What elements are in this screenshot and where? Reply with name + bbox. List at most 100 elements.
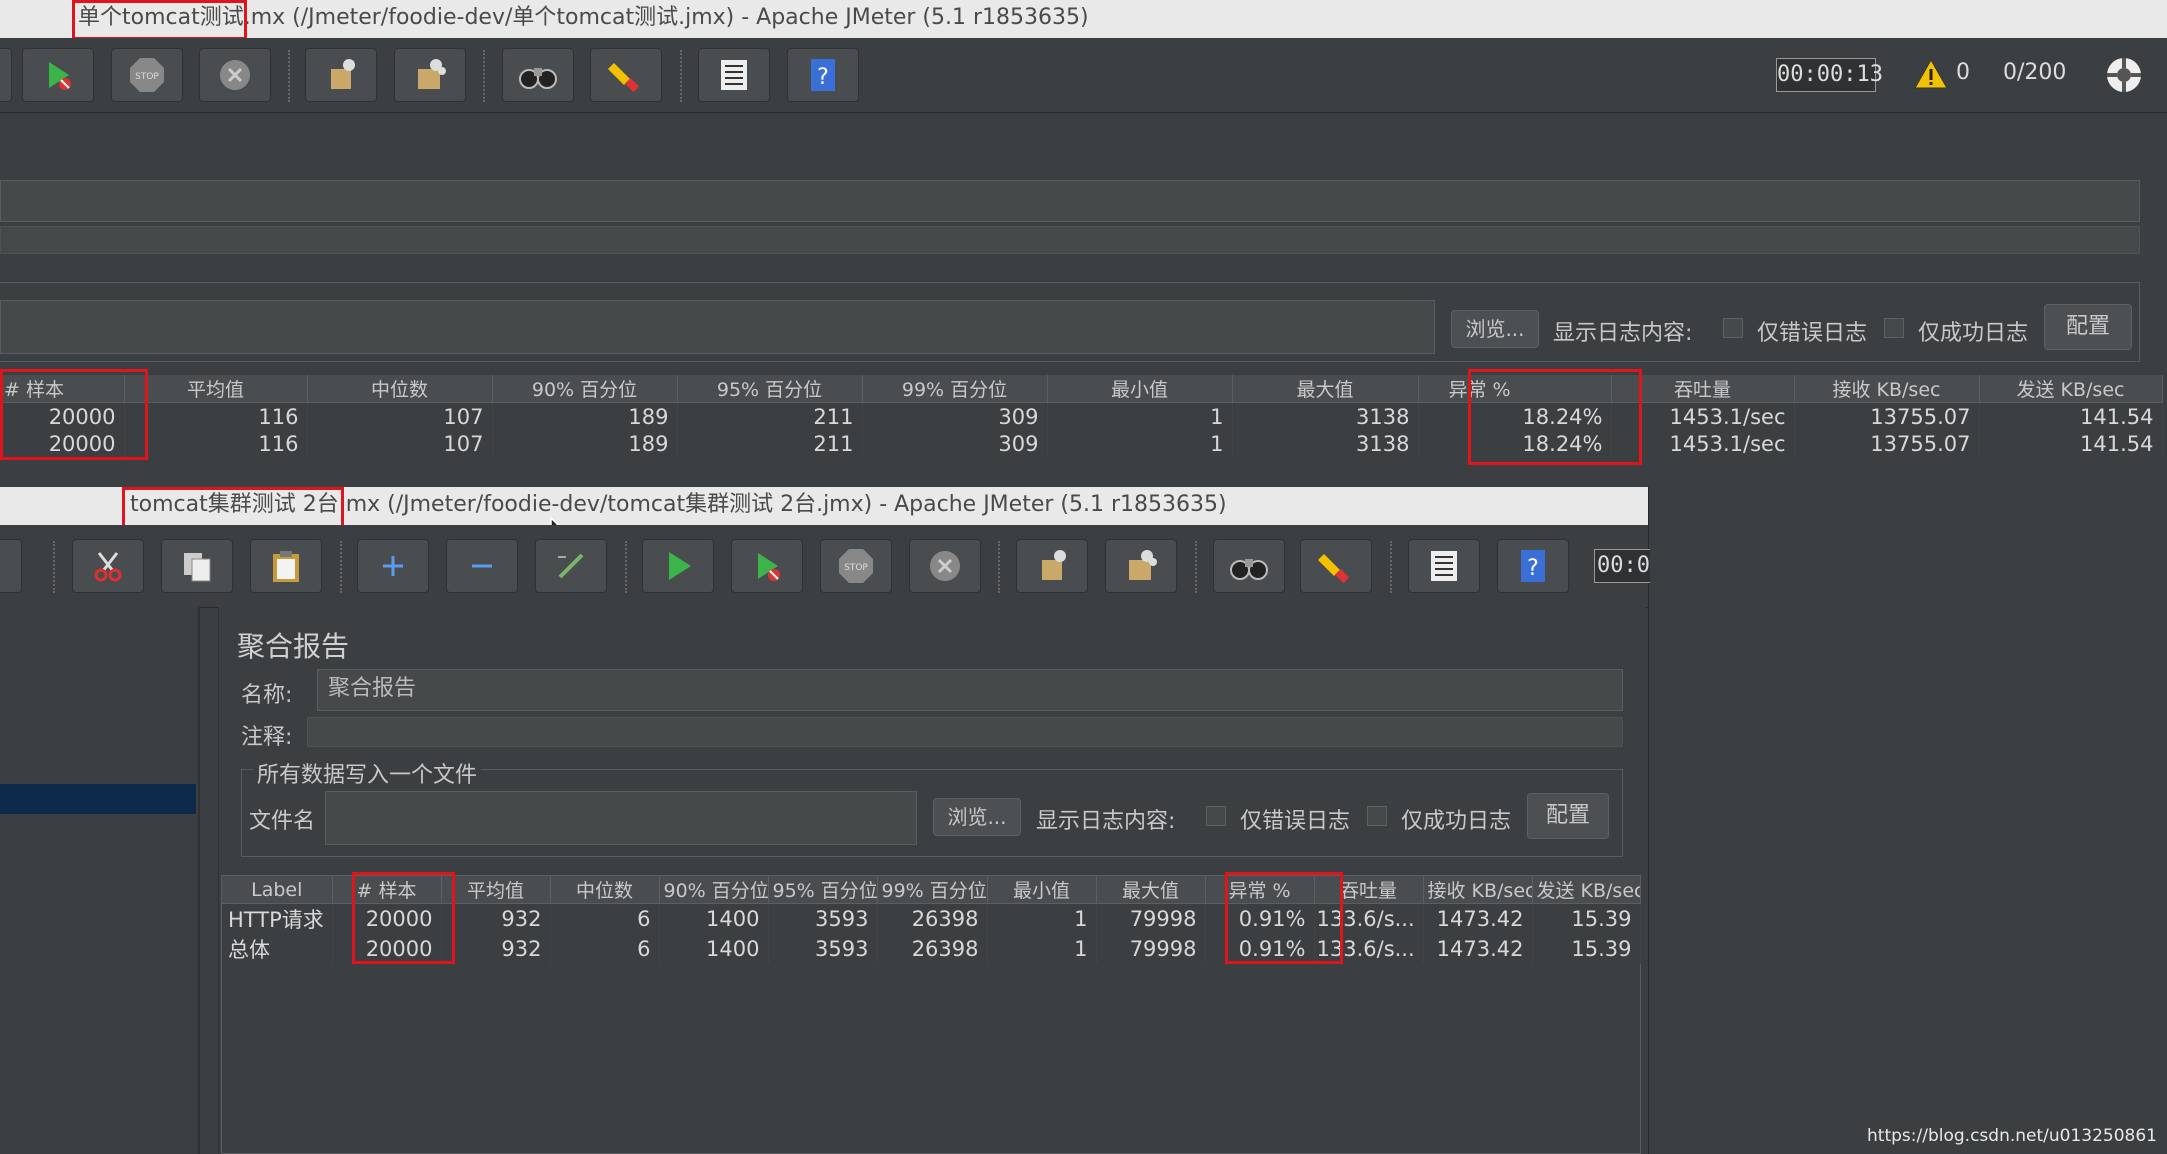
svg-text:?: ? [1527, 556, 1539, 581]
cell: 13755.07 [1794, 430, 1980, 457]
name-label: 名称: [241, 683, 293, 708]
clear-all-button[interactable] [394, 48, 466, 102]
configure-button[interactable]: 配置 [2044, 304, 2132, 350]
toggle-button[interactable] [535, 539, 607, 593]
table-row[interactable]: 总体 20000 932 6 1400 3593 26398 1 79998 0… [222, 934, 1641, 964]
reset-search-button[interactable] [590, 48, 662, 102]
tree-item-selected[interactable] [0, 784, 196, 814]
cell: 189 [492, 402, 678, 430]
elapsed-timer: 00:0 [1594, 549, 1650, 583]
col-samples[interactable]: # 样本 [0, 375, 125, 403]
col-min[interactable]: 最小值 [987, 876, 1097, 904]
function-helper-button[interactable] [1408, 539, 1480, 593]
col-label[interactable]: Label [222, 876, 333, 904]
cut-button[interactable] [72, 539, 144, 593]
col-sent[interactable]: 发送 KB/sec [1979, 375, 2163, 403]
svg-text:?: ? [817, 65, 829, 90]
cell: 1453.1/sec [1611, 430, 1795, 457]
toolbar-separator [680, 50, 684, 102]
clear-button[interactable] [305, 48, 377, 102]
browse-button[interactable]: 浏览... [933, 798, 1021, 836]
col-average[interactable]: 平均值 [441, 876, 551, 904]
errors-only-checkbox[interactable] [1723, 318, 1743, 338]
stop-button[interactable]: STOP [820, 539, 892, 593]
col-samples[interactable]: # 样本 [332, 876, 442, 904]
col-p95[interactable]: 95% 百分位 [768, 876, 878, 904]
col-received[interactable]: 接收 KB/sec [1423, 876, 1533, 904]
help-icon: ? [811, 59, 835, 91]
col-p90[interactable]: 90% 百分位 [659, 876, 769, 904]
shutdown-icon [930, 551, 960, 581]
start-button[interactable] [642, 539, 714, 593]
table-row[interactable]: 20000 116 107 189 211 309 1 3138 18.24% … [0, 402, 2163, 430]
name-field-row[interactable] [0, 180, 2140, 222]
table-row[interactable]: HTTP请求 20000 932 6 1400 3593 26398 1 799… [222, 903, 1641, 934]
cell: 141.54 [1979, 402, 2163, 430]
table-row[interactable]: 20000 116 107 189 211 309 1 3138 18.24% … [0, 430, 2163, 457]
cell: 0.91% [1205, 934, 1315, 964]
search-button[interactable] [1213, 539, 1285, 593]
col-p99[interactable]: 99% 百分位 [877, 876, 988, 904]
filename-input[interactable] [0, 300, 1435, 354]
reset-broom-icon [1318, 554, 1350, 584]
cell: 116 [124, 430, 308, 457]
window-title: tomcat集群测试 2台.mx (/Jmeter/foodie-dev/tom… [130, 492, 1227, 517]
col-min[interactable]: 最小值 [1047, 375, 1233, 403]
col-error-pct[interactable]: 异常 % [1205, 876, 1315, 904]
help-button[interactable]: ? [787, 48, 859, 102]
cell: 26398 [877, 903, 988, 934]
col-p99[interactable]: 99% 百分位 [862, 375, 1048, 403]
toolbar-separator [53, 541, 57, 593]
toolbar-separator [340, 541, 344, 593]
cell: 26398 [877, 934, 988, 964]
start-no-pause-button[interactable] [731, 539, 803, 593]
cell: 932 [441, 934, 551, 964]
start-no-pause-icon [758, 553, 780, 581]
cell: 13755.07 [1794, 402, 1980, 430]
col-max[interactable]: 最大值 [1232, 375, 1419, 403]
comment-input[interactable] [307, 717, 1623, 747]
col-median[interactable]: 中位数 [550, 876, 660, 904]
paste-button[interactable] [250, 539, 322, 593]
name-input[interactable]: 聚合报告 [317, 669, 1623, 711]
collapse-all-button[interactable] [446, 539, 518, 593]
col-received[interactable]: 接收 KB/sec [1794, 375, 1980, 403]
shutdown-button[interactable] [909, 539, 981, 593]
success-only-checkbox[interactable] [1367, 806, 1387, 826]
col-error-pct[interactable]: 异常 % [1418, 375, 1612, 403]
function-helper-button[interactable] [698, 48, 770, 102]
filename-input[interactable] [325, 791, 917, 845]
col-p90[interactable]: 90% 百分位 [492, 375, 678, 403]
start-no-pause-button[interactable] [22, 48, 94, 102]
col-throughput[interactable]: 吞吐量 [1314, 876, 1424, 904]
col-average[interactable]: 平均值 [124, 375, 308, 403]
success-only-checkbox[interactable] [1884, 318, 1904, 338]
toolbar-partial-button[interactable] [0, 48, 12, 102]
stop-icon: STOP [130, 58, 164, 92]
col-sent[interactable]: 发送 KB/sec [1532, 876, 1641, 904]
copy-button[interactable] [161, 539, 233, 593]
shutdown-button[interactable] [199, 48, 271, 102]
search-button[interactable] [502, 48, 574, 102]
success-only-label: 仅成功日志 [1401, 809, 1512, 834]
stop-button[interactable]: STOP [111, 48, 183, 102]
test-plan-tree[interactable] [0, 607, 200, 1154]
configure-button[interactable]: 配置 [1527, 793, 1609, 839]
save-button[interactable] [0, 539, 22, 593]
remote-icon[interactable] [2104, 55, 2144, 95]
cell: 15.39 [1532, 903, 1641, 934]
comment-field-row[interactable] [0, 226, 2140, 254]
clear-button[interactable] [1016, 539, 1088, 593]
col-median[interactable]: 中位数 [307, 375, 493, 403]
col-throughput[interactable]: 吞吐量 [1611, 375, 1795, 403]
errors-only-checkbox[interactable] [1206, 806, 1226, 826]
browse-button[interactable]: 浏览... [1451, 310, 1539, 348]
col-max[interactable]: 最大值 [1096, 876, 1206, 904]
help-button[interactable]: ? [1497, 539, 1569, 593]
clear-all-button[interactable] [1105, 539, 1177, 593]
cell: 3138 [1232, 430, 1419, 457]
col-p95[interactable]: 95% 百分位 [677, 375, 863, 403]
expand-all-button[interactable] [357, 539, 429, 593]
toolbar-separator [1195, 541, 1199, 593]
reset-search-button[interactable] [1300, 539, 1372, 593]
